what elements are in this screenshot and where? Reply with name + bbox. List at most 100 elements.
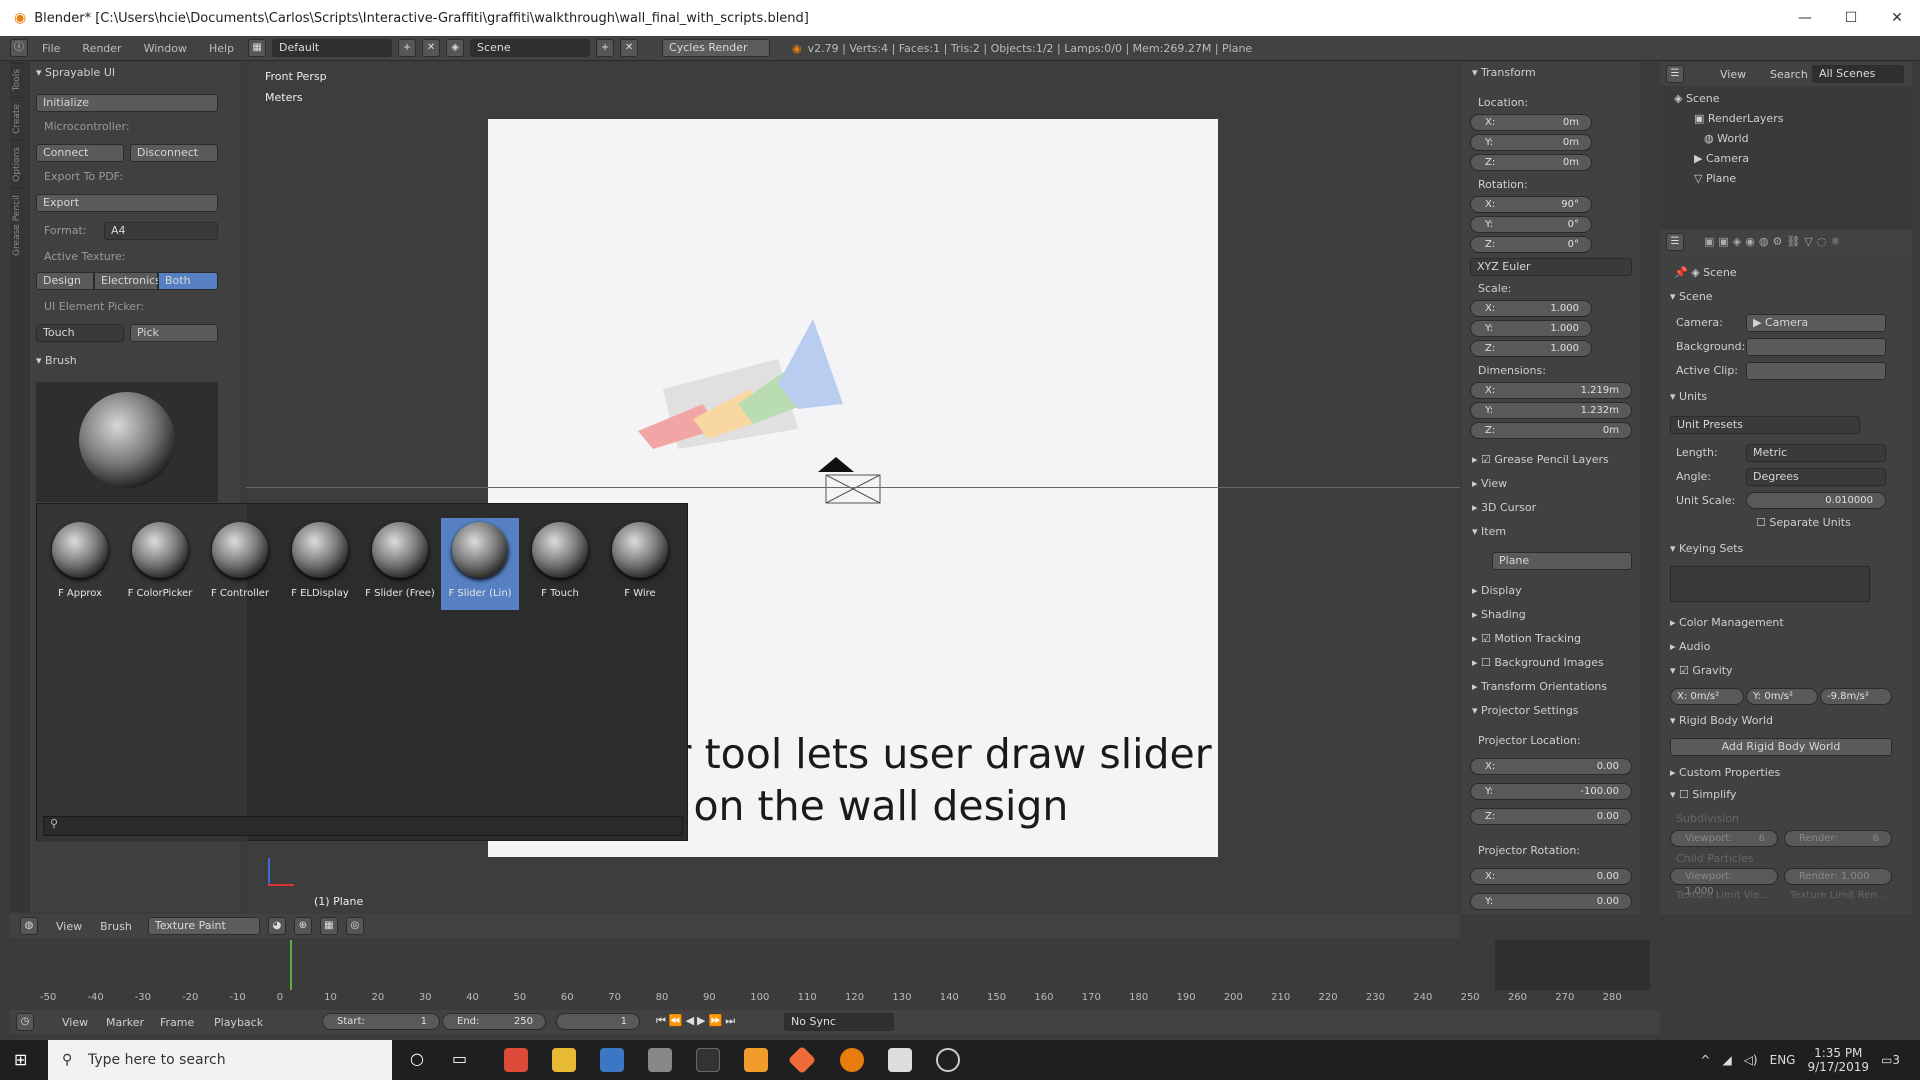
timeline-marker-menu[interactable]: Marker [106, 1016, 144, 1029]
keying-sets-section[interactable]: ▾ Keying Sets [1670, 542, 1743, 555]
brush-item[interactable]: F Wire [601, 518, 679, 610]
add-scene-icon[interactable]: + [596, 39, 615, 57]
close-button[interactable]: ✕ [1874, 0, 1920, 36]
rigid-body-world-section[interactable]: ▾ Rigid Body World [1670, 714, 1773, 727]
pivot-icon[interactable]: ⊕ [293, 917, 312, 935]
separate-units-checkbox[interactable]: ☐ Separate Units [1756, 516, 1851, 529]
design-option[interactable]: Design [36, 272, 94, 290]
render-preview-icon[interactable]: ◎ [345, 917, 364, 935]
active-clip-field[interactable] [1746, 362, 1886, 380]
brush-panel-title[interactable]: ▾ Brush [36, 354, 77, 367]
current-frame-marker[interactable] [290, 940, 292, 990]
minimize-button[interactable]: — [1782, 0, 1828, 36]
keying-sets-list[interactable] [1670, 566, 1870, 602]
terminal-icon[interactable] [696, 1048, 720, 1072]
dimension-x-field[interactable]: X: 1.219m [1470, 382, 1632, 399]
render-engine-select[interactable]: Cycles Render [662, 39, 771, 57]
units-section[interactable]: ▾ Units [1670, 390, 1707, 403]
shading-section[interactable]: ▸ Shading [1472, 608, 1526, 621]
location-z-field[interactable]: Z: 0m [1470, 154, 1592, 171]
start-frame-field[interactable]: Start: 1 [322, 1013, 440, 1030]
projector-rot-y-field[interactable]: Y: 0.00 [1470, 893, 1632, 910]
info-editor-icon[interactable]: ⓘ [10, 39, 28, 57]
brush-item[interactable]: F ELDisplay [281, 518, 359, 610]
sprayable-panel-title[interactable]: ▾ Sprayable UI [36, 66, 115, 79]
projector-y-field[interactable]: Y: -100.00 [1470, 783, 1632, 800]
viewport-editor-icon[interactable]: ◍ [20, 917, 38, 935]
render-child-field[interactable]: Render: 1.000 [1784, 868, 1892, 885]
brush-preview[interactable] [36, 382, 218, 502]
add-rigid-body-button[interactable]: Add Rigid Body World [1670, 738, 1892, 756]
3d-cursor-section[interactable]: ▸ 3D Cursor [1472, 501, 1536, 514]
scene-select[interactable]: Scene [470, 39, 591, 57]
layout-grid-icon[interactable]: ▦ [248, 39, 267, 57]
timeline-view-menu[interactable]: View [62, 1016, 88, 1029]
tab-create[interactable]: Create [10, 97, 24, 141]
mail-icon[interactable] [648, 1048, 672, 1072]
app-icon[interactable] [936, 1048, 960, 1072]
notifications-icon[interactable]: ▭3 [1881, 1053, 1900, 1067]
brush-item[interactable]: F Controller [201, 518, 279, 610]
disconnect-button[interactable]: Disconnect [130, 144, 218, 162]
pick-button[interactable]: Pick [130, 324, 218, 342]
sublime-icon[interactable] [744, 1048, 768, 1072]
rotation-x-field[interactable]: X: 90° [1470, 196, 1592, 213]
gravity-x-field[interactable]: X: 0m/s² [1670, 688, 1744, 705]
brush-search-input[interactable]: ⚲ [43, 816, 683, 836]
initialize-button[interactable]: Initialize [36, 94, 218, 112]
clock[interactable]: 1:35 PM 9/17/2019 [1807, 1046, 1869, 1074]
background-images-section[interactable]: ▸ ☐ Background Images [1472, 656, 1604, 669]
connect-button[interactable]: Connect [36, 144, 124, 162]
view-section[interactable]: ▸ View [1472, 477, 1507, 490]
unit-scale-field[interactable]: 0.010000 [1746, 492, 1886, 509]
background-field[interactable] [1746, 338, 1886, 356]
projector-z-field[interactable]: Z: 0.00 [1470, 808, 1632, 825]
viewport-subdiv-field[interactable]: Viewport: 6 [1670, 830, 1778, 847]
scale-z-field[interactable]: Z: 1.000 [1470, 340, 1592, 357]
mode-select[interactable]: Texture Paint [147, 917, 260, 935]
projector-x-field[interactable]: X: 0.00 [1470, 758, 1632, 775]
grease-pencil-layers-section[interactable]: ▸ ☑ Grease Pencil Layers [1472, 453, 1609, 466]
viewport-view-menu[interactable]: View [56, 920, 82, 933]
item-name-field[interactable]: Plane [1492, 552, 1632, 570]
gravity-z-field[interactable]: -9.8m/s² [1820, 688, 1892, 705]
outliner-search-menu[interactable]: Search [1770, 68, 1808, 81]
scene-icon[interactable]: ◈ [446, 39, 465, 57]
angle-select[interactable]: Degrees [1746, 468, 1886, 486]
windows-start-icon[interactable]: ⊞ [14, 1050, 27, 1069]
outliner-item-scene[interactable]: ◈ Scene [1674, 92, 1720, 105]
transform-title[interactable]: ▾ Transform [1472, 66, 1536, 79]
motion-tracking-section[interactable]: ▸ ☑ Motion Tracking [1472, 632, 1581, 645]
dimension-y-field[interactable]: Y: 1.232m [1470, 402, 1632, 419]
gravity-y-field[interactable]: Y: 0m/s² [1746, 688, 1818, 705]
cortana-icon[interactable]: ○ [410, 1049, 424, 1068]
gravity-section[interactable]: ▾ ☑ Gravity [1670, 664, 1733, 677]
maximize-button[interactable]: ☐ [1828, 0, 1874, 36]
scale-x-field[interactable]: X: 1.000 [1470, 300, 1592, 317]
timeline-editor-icon[interactable]: ◷ [16, 1013, 34, 1031]
projector-rot-x-field[interactable]: X: 0.00 [1470, 868, 1632, 885]
all-scenes-select[interactable]: All Scenes [1812, 65, 1904, 83]
network-icon[interactable]: ◢ [1722, 1053, 1731, 1067]
scene-section[interactable]: ▾ Scene [1670, 290, 1713, 303]
layers-grid-icon[interactable]: ▦ [319, 917, 338, 935]
chrome-icon[interactable] [504, 1048, 528, 1072]
audio-section[interactable]: ▸ Audio [1670, 640, 1710, 653]
layout-select[interactable]: Default [272, 39, 393, 57]
outliner-view-menu[interactable]: View [1720, 68, 1746, 81]
transform-orientations-section[interactable]: ▸ Transform Orientations [1472, 680, 1607, 693]
euler-select[interactable]: XYZ Euler [1470, 258, 1632, 276]
blender-taskbar-icon[interactable] [840, 1048, 864, 1072]
location-x-field[interactable]: X: 0m [1470, 114, 1592, 131]
task-view-icon[interactable]: ▭ [452, 1049, 467, 1068]
unit-presets-select[interactable]: Unit Presets [1670, 416, 1860, 434]
volume-icon[interactable]: ◁) [1744, 1053, 1758, 1067]
store-icon[interactable] [600, 1048, 624, 1072]
remove-scene-icon[interactable]: ✕ [620, 39, 639, 57]
playback-controls-icon[interactable]: ⏮⏪◀▶⏩⏭ [656, 1014, 738, 1028]
outliner-item-plane[interactable]: ▽ Plane [1694, 172, 1736, 185]
viewport-brush-menu[interactable]: Brush [100, 920, 132, 933]
end-frame-field[interactable]: End: 250 [442, 1013, 546, 1030]
add-layout-icon[interactable]: + [398, 39, 417, 57]
shading-mode-icon[interactable]: ◕ [267, 917, 286, 935]
